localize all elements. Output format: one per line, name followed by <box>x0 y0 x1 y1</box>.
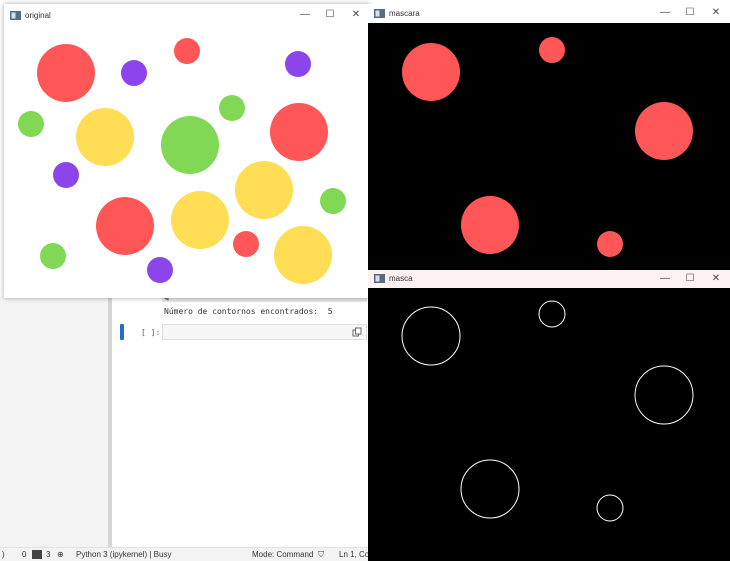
minimize-button[interactable]: — <box>654 272 676 286</box>
minimize-button[interactable]: — <box>654 6 676 20</box>
green-circle <box>161 116 219 174</box>
masca-contour-canvas <box>368 288 730 561</box>
red-mask-circle <box>635 102 693 160</box>
green-circle <box>40 243 66 269</box>
cursor-position[interactable]: Ln 1, Col <box>339 550 371 559</box>
red-mask-circle <box>461 196 519 254</box>
green-circle <box>18 111 44 137</box>
yellow-circle <box>274 226 332 284</box>
red-circle <box>233 231 259 257</box>
app-icon <box>374 274 385 283</box>
globe-icon[interactable]: ⊕ <box>57 550 64 559</box>
cell-execution-prompt: [ ]: <box>141 328 161 337</box>
explorer-panel <box>0 296 108 547</box>
red-circle <box>270 103 328 161</box>
yellow-circle <box>235 161 293 219</box>
window-title: masca <box>389 274 413 283</box>
maximize-button[interactable]: ☐ <box>679 6 701 20</box>
purple-circle <box>121 60 147 86</box>
maximize-button[interactable]: ☐ <box>319 8 341 22</box>
red-mask-circle <box>402 43 460 101</box>
red-circle <box>174 38 200 64</box>
purple-circle <box>147 257 173 283</box>
maximize-button[interactable]: ☐ <box>679 272 701 286</box>
window-title: mascara <box>389 9 420 18</box>
window-titlebar[interactable]: masca — ☐ ✕ <box>368 270 730 288</box>
close-button[interactable]: ✕ <box>705 6 727 20</box>
purple-circle <box>285 51 311 77</box>
kernel-status[interactable]: Python 3 (ipykernel) | Busy <box>76 550 171 559</box>
window-titlebar[interactable]: original — ☐ ✕ <box>4 4 370 28</box>
mascara-image-canvas <box>368 23 730 271</box>
yellow-circle <box>171 191 229 249</box>
red-mask-circle <box>597 231 623 257</box>
app-icon <box>374 9 385 18</box>
mode-indicator[interactable]: Mode: Command <box>252 550 313 559</box>
warning-icon[interactable] <box>32 550 42 559</box>
code-cell-input[interactable] <box>162 324 367 340</box>
window-titlebar[interactable]: mascara — ☐ ✕ <box>368 4 730 23</box>
active-cell-marker <box>120 324 124 340</box>
window-title: original <box>25 11 51 20</box>
minimize-button[interactable]: — <box>294 8 316 22</box>
status-bar: ) 0 3 ⊕ Python 3 (ipykernel) | Busy Mode… <box>0 547 371 561</box>
green-circle <box>320 188 346 214</box>
red-circle <box>37 44 95 102</box>
purple-circle <box>53 162 79 188</box>
red-circle <box>96 197 154 255</box>
copy-icon[interactable] <box>352 327 362 337</box>
red-mask-circle <box>539 37 565 63</box>
green-circle <box>219 95 245 121</box>
error-count[interactable]: 0 <box>22 550 26 559</box>
warning-count[interactable]: 3 <box>46 550 50 559</box>
window-mascara: mascara — ☐ ✕ <box>368 4 730 271</box>
cell-output-text: Número de contornos encontrados: 5 <box>164 307 333 316</box>
status-edge-glyph: ) <box>2 550 5 559</box>
original-image-canvas <box>18 38 346 284</box>
shield-icon[interactable]: ⛉ <box>318 550 324 560</box>
close-button[interactable]: ✕ <box>345 8 367 22</box>
window-masca: masca — ☐ ✕ <box>368 270 730 561</box>
window-original: original — ☐ ✕ <box>4 4 370 298</box>
app-icon <box>10 11 21 20</box>
close-button[interactable]: ✕ <box>705 272 727 286</box>
yellow-circle <box>76 108 134 166</box>
